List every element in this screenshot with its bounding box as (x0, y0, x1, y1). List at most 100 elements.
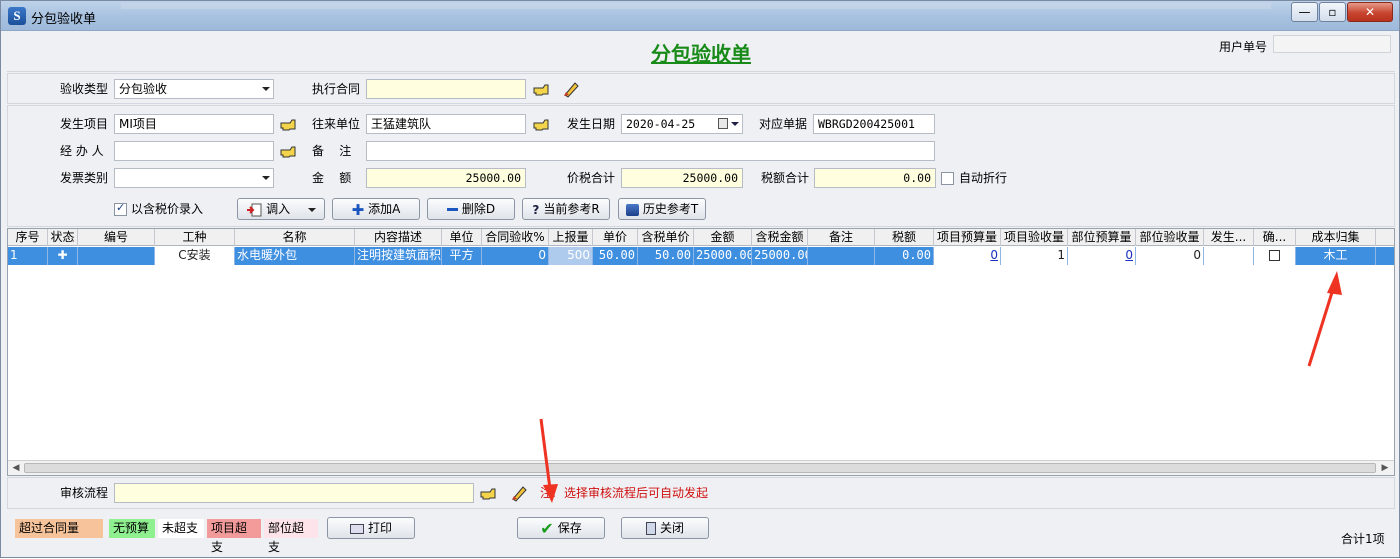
pointing-hand-icon[interactable] (533, 83, 551, 97)
current-ref-button[interactable]: ? 当前参考R (522, 198, 610, 220)
legend-project-over: 项目超支 (207, 519, 261, 554)
import-button[interactable]: 调入 (237, 198, 325, 220)
col-contract-pct[interactable]: 合同验收% (482, 229, 549, 246)
project-label: 发生项目 (60, 117, 109, 131)
title-bar[interactable]: S 分包验收单 — ▫ ✕ (1, 1, 1399, 31)
col-occur[interactable]: 发生... (1204, 229, 1254, 246)
tax-total-field[interactable]: 25000.00 (621, 168, 743, 188)
cell-amount[interactable]: 25000.00 (694, 247, 752, 265)
cell-confirm[interactable] (1254, 247, 1296, 265)
col-work-type[interactable]: 工种 (155, 229, 235, 246)
status-plus-icon[interactable]: ✚ (48, 247, 78, 265)
pointing-hand-icon[interactable] (480, 487, 498, 501)
col-status[interactable]: 状态 (48, 229, 78, 246)
cell-unit[interactable]: 平方 (442, 247, 482, 265)
amount-field[interactable]: 25000.00 (366, 168, 526, 188)
col-tax-price[interactable]: 含税单价 (638, 229, 694, 246)
cell-proj-accept[interactable]: 1 (1001, 247, 1068, 265)
tax-label: 税额合计 (761, 171, 810, 185)
project-field[interactable]: MI项目 (114, 114, 274, 134)
delete-button[interactable]: 删除D (427, 198, 515, 220)
col-amount[interactable]: 金额 (694, 229, 752, 246)
scroll-right-icon[interactable]: ▶ (1378, 462, 1392, 474)
contract-field[interactable] (366, 79, 526, 99)
auto-discount-checkbox[interactable] (941, 172, 954, 185)
col-code[interactable]: 编号 (78, 229, 155, 246)
partner-label: 往来单位 (312, 117, 361, 131)
cell-contract-pct[interactable]: 0 (482, 247, 549, 265)
acceptance-type-select[interactable]: 分包验收 (114, 79, 274, 99)
col-desc[interactable]: 内容描述 (355, 229, 442, 246)
handler-field[interactable] (114, 141, 274, 161)
confirm-checkbox[interactable] (1269, 250, 1280, 261)
cell-part-budget-link[interactable]: 0 (1068, 247, 1136, 265)
col-cost-collect[interactable]: 成本归集 (1296, 229, 1376, 246)
chevron-down-icon[interactable] (731, 122, 739, 126)
close-window-button[interactable]: ✕ (1347, 2, 1393, 22)
add-button[interactable]: ✚ 添加A (332, 198, 420, 220)
scrollbar-thumb[interactable] (24, 463, 1376, 473)
scroll-left-icon[interactable]: ◀ (9, 462, 23, 474)
col-part-accept[interactable]: 部位验收量 (1136, 229, 1204, 246)
col-proj-accept[interactable]: 项目验收量 (1001, 229, 1068, 246)
cell-tax-amount[interactable]: 25000.00 (752, 247, 808, 265)
col-reported[interactable]: 上报量 (549, 229, 593, 246)
contract-label: 执行合同 (312, 82, 361, 96)
ref-doc-field[interactable]: WBRGD200425001 (813, 114, 935, 134)
cell-work-type[interactable]: C安装 (155, 247, 235, 265)
col-seq[interactable]: 序号 (8, 229, 48, 246)
cell-seq[interactable]: 1 (8, 247, 48, 265)
pointing-hand-icon[interactable] (533, 118, 551, 132)
current-ref-label: 当前参考R (543, 202, 600, 216)
maximize-button[interactable]: ▫ (1319, 2, 1346, 22)
partner-field[interactable]: 王猛建筑队 (366, 114, 526, 134)
cell-proj-budget-link[interactable]: 0 (934, 247, 1001, 265)
tax-field[interactable]: 0.00 (814, 168, 936, 188)
col-remark[interactable]: 备注 (808, 229, 875, 246)
cell-tax-price[interactable]: 50.00 (638, 247, 694, 265)
cell-reported[interactable]: 500 (549, 247, 593, 265)
save-button[interactable]: ✔ 保存 (517, 517, 605, 539)
cell-remark[interactable] (808, 247, 875, 265)
user-doc-label: 用户单号 (1219, 40, 1268, 54)
help-cursor-icon: ? (532, 202, 540, 217)
table-row[interactable]: 1 ✚ C安装 水电暖外包 注明按建筑面积 平方 0 500 50.00 50.… (8, 247, 1394, 265)
col-part-budget[interactable]: 部位预算量 (1068, 229, 1136, 246)
print-button[interactable]: 打印 (327, 517, 415, 539)
amount-label: 金 额 (312, 171, 352, 185)
tax-inclusive-checkbox[interactable] (114, 201, 127, 216)
close-button[interactable]: 关闭 (621, 517, 709, 539)
approval-field[interactable] (114, 483, 474, 503)
col-tax-amount[interactable]: 含税金额 (752, 229, 808, 246)
legend-over-contract: 超过合同量 (15, 519, 103, 538)
pen-edit-icon[interactable] (510, 484, 528, 502)
cell-tax[interactable]: 0.00 (875, 247, 934, 265)
cell-code[interactable] (78, 247, 155, 265)
col-name[interactable]: 名称 (235, 229, 355, 246)
cell-cost-collect[interactable]: 木工 (1296, 247, 1376, 265)
cell-price[interactable]: 50.00 (593, 247, 638, 265)
add-label: 添加A (368, 202, 401, 216)
horizontal-scrollbar[interactable]: ◀ ▶ (8, 460, 1394, 475)
remark-field[interactable] (366, 141, 935, 161)
cell-desc[interactable]: 注明按建筑面积 (355, 247, 442, 265)
col-proj-budget[interactable]: 项目预算量 (934, 229, 1001, 246)
date-field[interactable]: 2020-04-25 (621, 114, 743, 134)
invoice-select[interactable] (114, 168, 274, 188)
pointing-hand-icon[interactable] (280, 145, 298, 159)
col-price[interactable]: 单价 (593, 229, 638, 246)
minimize-button[interactable]: — (1291, 2, 1318, 22)
cell-name[interactable]: 水电暖外包 (235, 247, 355, 265)
cell-occur[interactable] (1204, 247, 1254, 265)
pen-edit-icon[interactable] (562, 80, 580, 98)
col-tax[interactable]: 税额 (875, 229, 934, 246)
cell-part-accept[interactable]: 0 (1136, 247, 1204, 265)
col-confirm[interactable]: 确... (1254, 229, 1296, 246)
col-unit[interactable]: 单位 (442, 229, 482, 246)
calendar-icon[interactable] (718, 118, 728, 129)
tax-inclusive-label: 以含税价录入 (131, 202, 204, 216)
history-ref-button[interactable]: 历史参考T (618, 198, 706, 220)
pointing-hand-icon[interactable] (280, 118, 298, 132)
detail-grid[interactable]: 序号 状态 编号 工种 名称 内容描述 单位 合同验收% 上报量 单价 含税单价… (7, 228, 1395, 476)
user-doc-field[interactable] (1273, 35, 1391, 53)
